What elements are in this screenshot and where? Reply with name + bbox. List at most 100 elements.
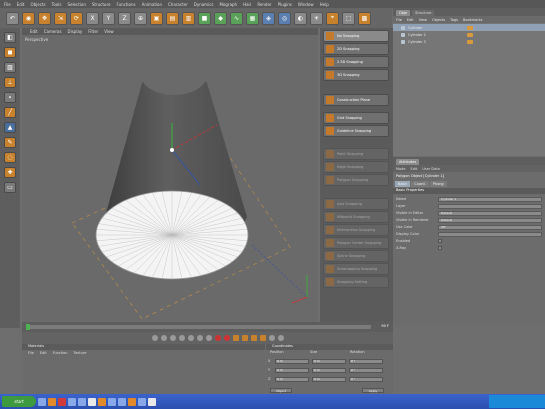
- object-menu-bookmarks[interactable]: Bookmarks: [463, 18, 483, 22]
- position-key-icon[interactable]: [242, 335, 248, 341]
- menu-plugins[interactable]: Plugins: [278, 2, 292, 7]
- phong-tag-icon[interactable]: [467, 32, 473, 37]
- materials-menu-function[interactable]: Function: [53, 351, 68, 355]
- next-key-icon[interactable]: [197, 335, 203, 341]
- materials-menu-file[interactable]: File: [28, 351, 34, 355]
- render-icon[interactable]: ▩: [358, 11, 371, 25]
- attribute-value-field[interactable]: Off: [438, 224, 542, 230]
- play-icon[interactable]: [179, 335, 185, 341]
- go-to-end-icon[interactable]: [206, 335, 212, 341]
- y-axis-icon[interactable]: Y: [102, 11, 115, 25]
- live-selection-icon[interactable]: ◉: [22, 11, 35, 25]
- viewport-menu-view[interactable]: View: [104, 29, 114, 34]
- snap-option-axis-snapping[interactable]: Axis Snapping: [323, 198, 389, 210]
- attribute-checkbox[interactable]: [438, 239, 442, 243]
- taskbar-item-9-icon[interactable]: [148, 397, 156, 406]
- coordinate-field[interactable]: 0 °: [349, 367, 383, 373]
- render-view-icon[interactable]: ▣: [150, 11, 163, 25]
- snap-option-subsnapping-snapping[interactable]: Subsnapping Snapping: [323, 263, 389, 275]
- object-row[interactable]: Cylinder 2: [393, 31, 545, 38]
- menu-selection[interactable]: Selection: [67, 2, 85, 7]
- menu-mograph[interactable]: Mograph: [219, 2, 237, 7]
- attribute-value-field[interactable]: Default: [438, 217, 542, 223]
- autokey-icon[interactable]: [224, 335, 230, 341]
- attribute-row-display-color[interactable]: Display Color: [396, 231, 542, 237]
- taskbar-item-3-icon[interactable]: [88, 397, 96, 406]
- snap-option-polygon-snapping[interactable]: Polygon Snapping: [323, 174, 389, 186]
- previous-frame-icon[interactable]: [170, 335, 176, 341]
- attribute-tab-basic[interactable]: Basic: [395, 181, 411, 187]
- taskbar-item-2-icon[interactable]: [78, 397, 86, 406]
- extra-tool-icon[interactable]: ⬚: [342, 11, 355, 25]
- viewport-menu-display[interactable]: Display: [68, 29, 83, 34]
- timeline[interactable]: 90 F: [22, 322, 393, 332]
- use-model-tool-icon[interactable]: ◧: [4, 32, 16, 43]
- taskbar-item-5-icon[interactable]: [108, 397, 116, 406]
- attribute-menu-user-data[interactable]: User Data: [422, 167, 439, 171]
- quick-launch-ie-icon[interactable]: [38, 397, 46, 406]
- attribute-row-use-color[interactable]: Use Color Off: [396, 224, 542, 230]
- object-menu-view[interactable]: View: [419, 18, 427, 22]
- object-row[interactable]: Cylinder 3: [393, 38, 545, 45]
- timeline-track[interactable]: [26, 325, 371, 329]
- timeline-playhead[interactable]: [26, 324, 30, 330]
- taskbar-item-6-icon[interactable]: [118, 397, 126, 406]
- scene-canvas[interactable]: [22, 35, 318, 322]
- coordinate-field[interactable]: 0 m: [275, 358, 309, 364]
- object-menu-objects[interactable]: Objects: [432, 18, 445, 22]
- object-menu-edit[interactable]: Edit: [407, 18, 414, 22]
- render-picture-viewer-icon[interactable]: ▤: [166, 11, 179, 25]
- array-icon[interactable]: ▦: [246, 11, 259, 25]
- coordinate-field[interactable]: 0 m: [312, 367, 346, 373]
- menu-objects[interactable]: Objects: [30, 2, 45, 7]
- attribute-tab-phong[interactable]: Phong: [429, 181, 447, 187]
- attribute-row-x-ray[interactable]: X-Ray: [396, 245, 542, 251]
- snap-option-2-5d-snapping[interactable]: 2.5D Snapping: [323, 56, 389, 68]
- menu-render[interactable]: Render: [257, 2, 271, 7]
- menu-hair[interactable]: Hair: [243, 2, 251, 7]
- scene-icon[interactable]: ◎: [278, 11, 291, 25]
- scale-key-icon[interactable]: [251, 335, 257, 341]
- snap-option-intersection-snapping[interactable]: Intersection Snapping: [323, 224, 389, 236]
- keyframe-selection-icon[interactable]: [233, 335, 239, 341]
- coordinate-field[interactable]: 0 °: [349, 358, 383, 364]
- snap-option-3d-snapping[interactable]: 3D Snapping: [323, 69, 389, 81]
- snap-option-spline-snapping[interactable]: Spline Snapping: [323, 250, 389, 262]
- menu-file[interactable]: File: [4, 2, 11, 7]
- render-settings-icon[interactable]: ▥: [182, 11, 195, 25]
- parameter-key-icon[interactable]: [269, 335, 275, 341]
- phong-tag-icon[interactable]: [467, 39, 473, 44]
- materials-menu-texture[interactable]: Texture: [74, 351, 87, 355]
- coordinate-field[interactable]: 0 m: [312, 358, 346, 364]
- cube-icon[interactable]: ■: [198, 11, 211, 25]
- deformer-icon[interactable]: ◈: [262, 11, 275, 25]
- taskbar-item-8-icon[interactable]: [138, 397, 146, 406]
- quick-launch-folder-icon[interactable]: [48, 397, 56, 406]
- coordinate-mode-select[interactable]: Object: [270, 388, 292, 393]
- attribute-row-enabled[interactable]: Enabled: [396, 238, 542, 244]
- use-object-tool-icon[interactable]: ◼: [4, 47, 16, 58]
- menu-window[interactable]: Window: [298, 2, 314, 7]
- quick-launch-app-icon[interactable]: [58, 397, 66, 406]
- use-polygons-tool-icon[interactable]: ▲: [4, 122, 16, 133]
- use-texture-tool-icon[interactable]: ▧: [4, 62, 16, 73]
- use-edges-tool-icon[interactable]: ╱: [4, 107, 16, 118]
- snap-option-snapping-setting[interactable]: Snapping Setting: [323, 276, 389, 288]
- attribute-row-visible-in-editor[interactable]: Visible in Editor Default: [396, 210, 542, 216]
- z-axis-icon[interactable]: Z: [118, 11, 131, 25]
- attribute-row-layer[interactable]: Layer: [396, 203, 542, 209]
- start-button[interactable]: start: [2, 396, 36, 407]
- use-axis-tool-icon[interactable]: ⊥: [4, 77, 16, 88]
- enable-axis-icon[interactable]: ✚: [4, 167, 16, 178]
- menu-structure[interactable]: Structure: [92, 2, 111, 7]
- workplane-icon[interactable]: ▭: [4, 182, 16, 193]
- go-to-start-icon[interactable]: [152, 335, 158, 341]
- snap-option-midpoint-snapping[interactable]: Midpoint Snapping: [323, 211, 389, 223]
- menu-functions[interactable]: Functions: [116, 2, 135, 7]
- viewport[interactable]: Perspective: [22, 35, 318, 322]
- viewport-menu-edit[interactable]: Edit: [30, 29, 38, 34]
- next-frame-icon[interactable]: [188, 335, 194, 341]
- attribute-checkbox[interactable]: [438, 246, 442, 250]
- snap-option-2d-snapping[interactable]: 2D Snapping: [323, 43, 389, 55]
- menu-help[interactable]: Help: [320, 2, 329, 7]
